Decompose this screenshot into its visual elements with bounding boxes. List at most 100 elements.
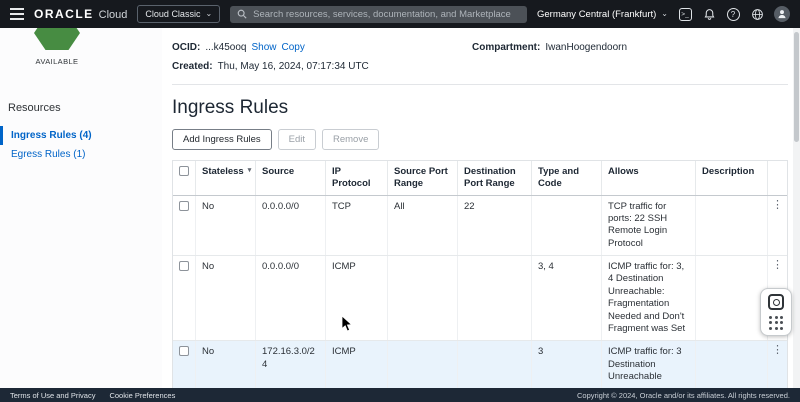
drag-handle-dots-icon[interactable] [769, 315, 783, 330]
cell-stateless: No [195, 341, 255, 388]
person-icon [778, 10, 786, 19]
ocid-copy-link[interactable]: Copy [282, 42, 305, 53]
compartment-value: IwanHoogendoorn [545, 42, 628, 53]
table-row[interactable]: No 0.0.0.0/0 TCP All 22 TCP traffic for … [173, 195, 787, 257]
cell-type-and-code [531, 195, 601, 256]
col-header-actions [767, 161, 787, 195]
cell-destination-port-range [457, 341, 531, 388]
row-checkbox[interactable] [179, 261, 189, 272]
cookie-preferences-link[interactable]: Cookie Preferences [109, 391, 175, 400]
cell-source-port-range: All [387, 195, 457, 256]
hamburger-menu-icon[interactable] [10, 8, 24, 20]
console-footer: Terms of Use and Privacy Cookie Preferen… [0, 388, 800, 402]
sidebar: AVAILABLE Resources Ingress Rules (4) Eg… [0, 28, 162, 388]
cloud-wordmark: Cloud [98, 9, 128, 21]
created-value: Thu, May 16, 2024, 07:17:34 UTC [217, 61, 369, 72]
main-content: OCID: ...k45ooq Show Copy Compartment: I… [162, 28, 800, 388]
search-input[interactable] [253, 8, 520, 20]
ocid-line: OCID: ...k45ooq Show Copy [172, 42, 472, 53]
resource-details: OCID: ...k45ooq Show Copy Compartment: I… [172, 38, 788, 85]
terms-privacy-link[interactable]: Terms of Use and Privacy [10, 391, 95, 400]
oracle-cloud-logo[interactable]: ORACLE Cloud [34, 7, 127, 21]
cell-source-port-range [387, 341, 457, 388]
page-title: Ingress Rules [172, 97, 289, 118]
region-label: Germany Central (Frankfurt) [536, 8, 657, 20]
table-row[interactable]: No 172.16.3.0/24 ICMP 3 ICMP traffic for… [173, 341, 787, 388]
floating-capture-widget[interactable] [760, 288, 792, 336]
row-actions-icon[interactable]: ⋮ [772, 344, 783, 357]
row-checkbox[interactable] [179, 346, 189, 357]
resources-heading: Resources [8, 102, 61, 114]
row-checkbox[interactable] [179, 200, 189, 211]
ocid-value: ...k45ooq [205, 42, 247, 53]
cell-source-port-range [387, 256, 457, 341]
cell-destination-port-range: 22 [457, 195, 531, 256]
profile-avatar[interactable] [774, 6, 790, 22]
col-header-description[interactable]: Description [695, 161, 767, 195]
cell-description [695, 195, 767, 256]
col-header-ip-protocol[interactable]: IP Protocol [325, 161, 387, 195]
remove-button[interactable]: Remove [322, 129, 380, 150]
row-actions-icon[interactable]: ⋮ [772, 199, 783, 212]
table-action-buttons: Add Ingress Rules Edit Remove [172, 129, 788, 150]
ocid-show-link[interactable]: Show [252, 42, 277, 53]
add-ingress-rules-button[interactable]: Add Ingress Rules [172, 129, 272, 150]
created-label: Created: [172, 61, 213, 72]
vertical-scrollbar[interactable] [793, 28, 800, 388]
status-badge: AVAILABLE [8, 28, 106, 66]
cloud-classic-button[interactable]: Cloud Classic ⌄ [137, 5, 221, 23]
cell-source: 172.16.3.0/24 [255, 341, 325, 388]
help-icon[interactable]: ? [726, 7, 740, 21]
col-header-source-port-range[interactable]: Source Port Range [387, 161, 457, 195]
table-header-row: Stateless ▾ Source IP Protocol Source Po… [173, 161, 787, 196]
cloud-shell-icon[interactable]: >_ [678, 7, 692, 21]
cell-type-and-code: 3 [531, 341, 601, 388]
cell-stateless: No [195, 256, 255, 341]
col-header-allows[interactable]: Allows [601, 161, 695, 195]
scrollbar-thumb[interactable] [794, 32, 799, 142]
cell-ip-protocol: ICMP [325, 341, 387, 388]
language-globe-icon[interactable] [750, 7, 764, 21]
cloud-classic-label: Cloud Classic [145, 9, 201, 19]
availability-status-icon [34, 28, 80, 50]
cell-stateless: No [195, 195, 255, 256]
edit-button[interactable]: Edit [277, 129, 316, 150]
cell-ip-protocol: ICMP [325, 256, 387, 341]
compartment-line: Compartment: IwanHoogendoorn [472, 42, 788, 53]
col-header-stateless[interactable]: Stateless ▾ [195, 161, 255, 195]
ingress-rules-table: Stateless ▾ Source IP Protocol Source Po… [172, 160, 788, 388]
page-body: AVAILABLE Resources Ingress Rules (4) Eg… [0, 28, 800, 388]
resources-nav: Ingress Rules (4) Egress Rules (1) [0, 126, 162, 164]
cell-type-and-code: 3, 4 [531, 256, 601, 341]
row-actions-icon[interactable]: ⋮ [772, 259, 783, 272]
oci-console-screen: ORACLE Cloud Cloud Classic ⌄ Germany Cen… [0, 0, 800, 402]
chevron-down-icon: ⌄ [661, 9, 668, 18]
global-search[interactable] [230, 5, 527, 23]
topbar-right-controls: Germany Central (Frankfurt) ⌄ >_ ? [537, 6, 790, 22]
ocid-label: OCID: [172, 42, 201, 53]
col-header-label: Stateless [202, 166, 244, 177]
cell-source: 0.0.0.0/0 [255, 256, 325, 341]
cell-destination-port-range [457, 256, 531, 341]
cell-allows: ICMP traffic for: 3 Destination Unreacha… [601, 341, 695, 388]
capture-target-icon[interactable] [768, 294, 784, 311]
topbar: ORACLE Cloud Cloud Classic ⌄ Germany Cen… [0, 0, 800, 28]
select-all-checkbox[interactable] [179, 166, 189, 176]
table-row[interactable]: No 0.0.0.0/0 ICMP 3, 4 ICMP traffic for:… [173, 256, 787, 342]
copyright-text: Copyright © 2024, Oracle and/or its affi… [577, 390, 790, 400]
region-selector[interactable]: Germany Central (Frankfurt) ⌄ [537, 9, 668, 20]
cell-source: 0.0.0.0/0 [255, 195, 325, 256]
sort-arrow-icon: ▾ [247, 167, 252, 174]
col-header-destination-port-range[interactable]: Destination Port Range [457, 161, 531, 195]
notifications-bell-icon[interactable] [702, 7, 716, 21]
col-header-type-and-code[interactable]: Type and Code [531, 161, 601, 195]
cell-allows: ICMP traffic for: 3, 4 Destination Unrea… [601, 256, 695, 341]
sidebar-item-ingress-rules[interactable]: Ingress Rules (4) [0, 126, 162, 145]
col-header-source[interactable]: Source [255, 161, 325, 195]
cell-description [695, 341, 767, 388]
sidebar-item-egress-rules[interactable]: Egress Rules (1) [0, 145, 162, 164]
search-icon [237, 9, 247, 19]
cell-description [695, 256, 767, 341]
cell-ip-protocol: TCP [325, 195, 387, 256]
oracle-wordmark: ORACLE [34, 7, 94, 21]
